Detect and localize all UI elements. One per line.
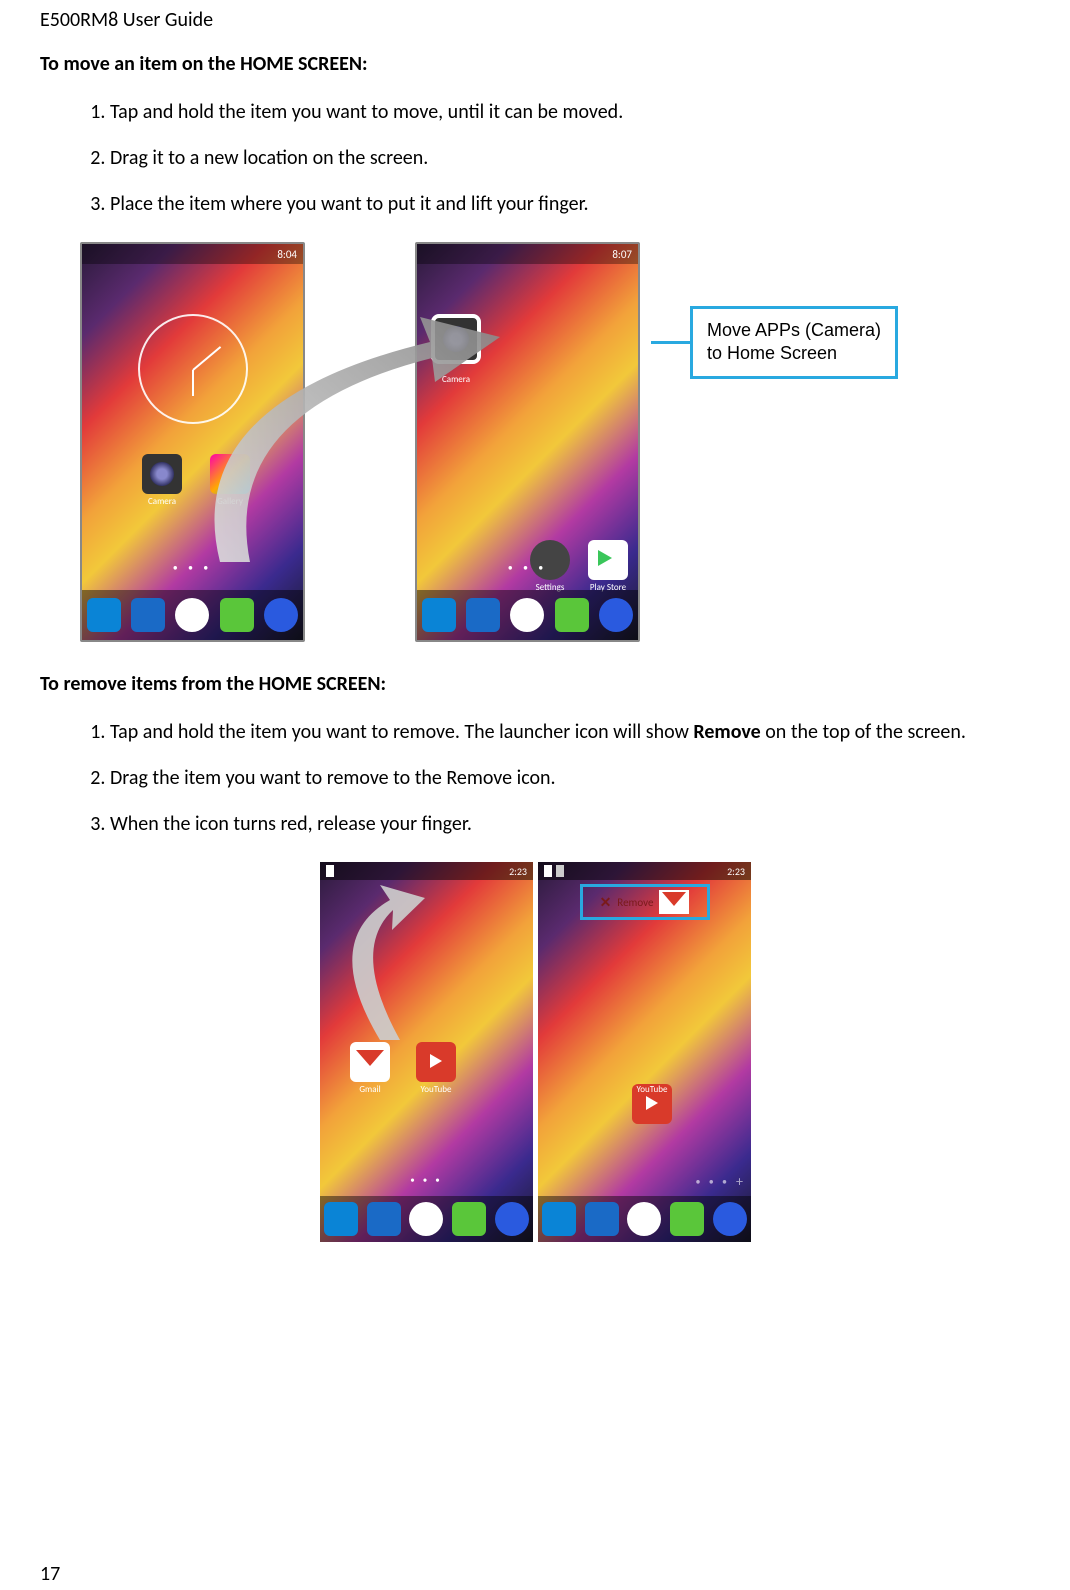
contacts-icon[interactable] [131,598,165,632]
gallery-icon[interactable]: Gallery [210,454,250,494]
step-remove-3: When the icon turns red, release your fi… [110,806,1030,842]
screenshot-remove-target: 2:23 ✕ Remove YouTube • • • + [538,862,751,1242]
gmail-icon[interactable]: Gmail [350,1042,390,1082]
step-remove-1: Tap and hold the item you want to remove… [110,714,1030,750]
camera-icon-moved[interactable]: Camera [431,314,481,364]
browser-icon[interactable] [713,1202,747,1236]
phone-icon[interactable] [324,1202,358,1236]
callout-line: Move APPs (Camera) [707,319,881,342]
battery-icon [544,865,552,877]
dock-bar [538,1196,751,1242]
screenshot-apps-drawer: 8:04 Camera Gallery • • • [80,242,305,642]
page-number: 17 [40,1562,60,1586]
youtube-icon[interactable]: YouTube [632,1084,672,1124]
phone-icon[interactable] [542,1202,576,1236]
screenshot-home-screen: 8:07 Camera Settings Play Store • • • [415,242,640,642]
app-label: YouTube [416,1084,456,1095]
phone-icon[interactable] [422,598,456,632]
remove-drop-target[interactable]: ✕ Remove [580,884,710,920]
status-time: 2:23 [727,865,745,878]
steps-remove: Tap and hold the item you want to remove… [40,714,1030,842]
figure-remove-apps: 2:23 Gmail YouTube • • • 2:23 ✕ [320,862,750,1242]
section-remove-title: To remove items from the HOME SCREEN: [40,672,1030,696]
status-bar: 2:23 [538,862,751,880]
step-move-3: Place the item where you want to put it … [110,186,1030,222]
step-remove-2: Drag the item you want to remove to the … [110,760,1030,796]
app-row: Camera Gallery [142,454,250,494]
status-time: 2:23 [509,865,527,878]
apps-icon[interactable] [627,1202,661,1236]
apps-icon[interactable] [409,1202,443,1236]
contacts-icon[interactable] [466,598,500,632]
status-bar: 8:07 [417,244,638,264]
browser-icon[interactable] [495,1202,529,1236]
sd-icon [556,865,564,877]
app-label: Gallery [210,496,250,507]
settings-icon[interactable]: Settings [530,540,570,580]
app-label: YouTube [632,1084,672,1095]
steps-move: Tap and hold the item you want to move, … [40,94,1030,222]
figure-move-apps: 8:04 Camera Gallery • • • 8:07 Camera [80,242,1030,642]
page-indicator: • • • [173,561,212,574]
browser-icon[interactable] [599,598,633,632]
camera-icon[interactable]: Camera [142,454,182,494]
remove-arrow [330,880,450,1050]
phone-icon[interactable] [87,598,121,632]
dock-bar [82,590,303,640]
doc-header: E500RM8 User Guide [40,0,1030,32]
step-move-1: Tap and hold the item you want to move, … [110,94,1030,130]
apps-icon[interactable] [175,598,209,632]
app-label: Gmail [350,1084,390,1095]
status-time: 8:04 [277,248,297,261]
messages-icon[interactable] [452,1202,486,1236]
section-move-title: To move an item on the HOME SCREEN: [40,52,1030,76]
page-indicator: • • • [410,1175,443,1186]
app-row: Gmail YouTube [350,1042,456,1082]
remove-label: Remove [617,896,653,909]
gmail-icon-dragged [659,890,689,914]
page-indicator: • • • [508,561,547,574]
app-label: Camera [142,496,182,507]
callout-box: Move APPs (Camera) to Home Screen [690,306,898,379]
dock-bar [417,590,638,640]
apps-icon[interactable] [510,598,544,632]
browser-icon[interactable] [264,598,298,632]
close-icon: ✕ [600,894,612,911]
status-bar: 8:04 [82,244,303,264]
add-screen-icon[interactable]: • • • + [696,1173,743,1190]
messages-icon[interactable] [670,1202,704,1236]
app-label: Camera [435,374,477,385]
callout-line: to Home Screen [707,342,881,365]
battery-icon [326,865,334,877]
contacts-icon[interactable] [585,1202,619,1236]
messages-icon[interactable] [220,598,254,632]
status-bar: 2:23 [320,862,533,880]
youtube-icon[interactable]: YouTube [416,1042,456,1082]
step-move-2: Drag it to a new location on the screen. [110,140,1030,176]
dock-bar [320,1196,533,1242]
play-store-icon[interactable]: Play Store [588,540,628,580]
contacts-icon[interactable] [367,1202,401,1236]
messages-icon[interactable] [555,598,589,632]
clock-widget [138,314,248,424]
screenshot-remove-before: 2:23 Gmail YouTube • • • [320,862,533,1242]
status-time: 8:07 [612,248,632,261]
